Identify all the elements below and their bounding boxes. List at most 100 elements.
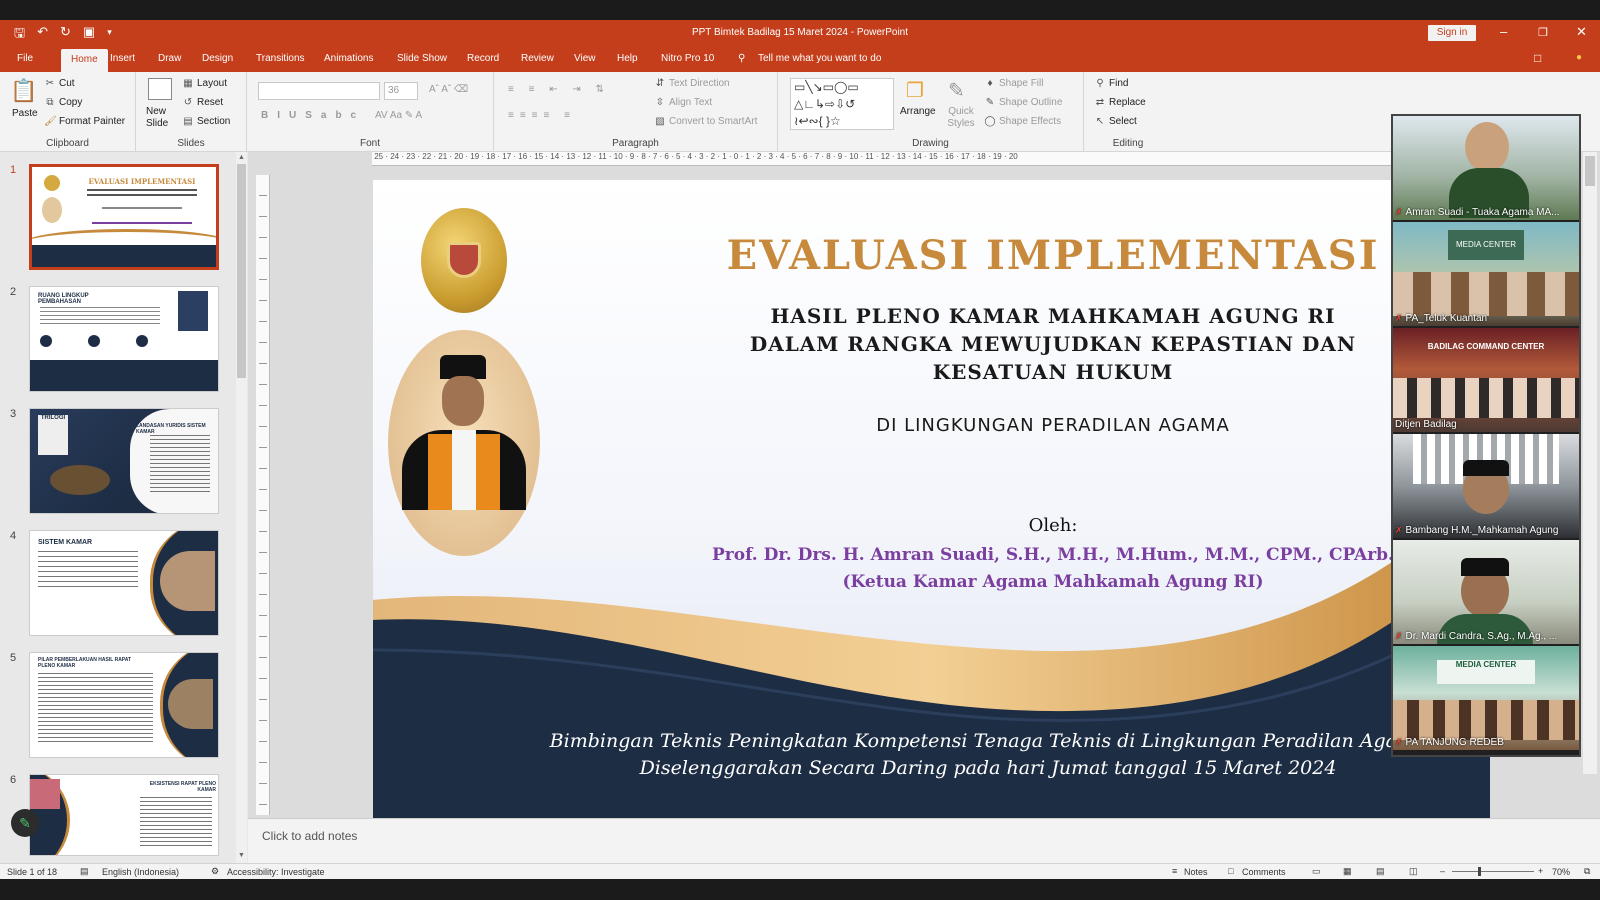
minimize-icon[interactable]: – — [1500, 24, 1507, 39]
zoom-slider[interactable] — [1452, 867, 1534, 876]
zoom-out-icon[interactable]: – — [1440, 866, 1445, 876]
mic-muted-icon: ✗ — [1395, 207, 1403, 217]
fit-to-window-icon[interactable]: ⧉ — [1584, 866, 1590, 877]
font-color-icon[interactable]: AV Aa ✎ A — [375, 110, 422, 121]
font-size-combo[interactable]: 36 — [384, 82, 418, 100]
thumbnail-scrollbar[interactable]: ▲ ▼ — [236, 152, 247, 863]
align-icons[interactable]: ≡≡≡≡ ≡ — [508, 110, 576, 121]
align-text-icon: ⇳ — [655, 97, 665, 108]
screen-top-bar — [0, 0, 1600, 20]
tab-view[interactable]: View — [574, 53, 596, 64]
screen-bottom-bar — [0, 879, 1600, 900]
speaker-portrait — [388, 330, 540, 556]
reset-icon: ↺ — [183, 97, 193, 108]
copy-button[interactable]: Copy — [59, 97, 82, 108]
paste-icon[interactable]: 📋 — [10, 78, 37, 104]
slide-thumbnail-1[interactable]: EVALUASI IMPLEMENTASI — [29, 164, 219, 270]
reading-view-icon[interactable]: ▤ — [1376, 866, 1385, 877]
slide-subtitle: HASIL PLENO KAMAR MAHKAMAH AGUNG RI DALA… — [673, 302, 1433, 386]
arrange-icon[interactable]: ❐ — [906, 78, 924, 103]
participant-tile-6[interactable]: MEDIA CENTER ✗ PA TANJUNG REDEB — [1393, 646, 1579, 750]
participant-tile-1[interactable]: ✗ Amran Suadi - Tuaka Agama MA... — [1393, 116, 1579, 220]
tab-file[interactable]: File — [17, 53, 33, 64]
tab-record[interactable]: Record — [467, 53, 499, 64]
align-text-button[interactable]: Align Text — [669, 97, 712, 108]
shapes-gallery[interactable]: ▭╲↘▭◯▭ △∟↳⇨⇩↺ ≀↩∾{ }☆ — [790, 78, 894, 130]
tab-transitions[interactable]: Transitions — [256, 53, 305, 64]
slide-canvas[interactable]: EVALUASI IMPLEMENTASI HASIL PLENO KAMAR … — [373, 180, 1490, 818]
horizontal-ruler: 25 · 24 · 23 · 22 · 21 · 20 · 19 · 18 · … — [372, 152, 1392, 166]
clipboard-label: Clipboard — [46, 138, 89, 149]
tab-draw[interactable]: Draw — [158, 53, 181, 64]
shape-effects-button[interactable]: Shape Effects — [999, 116, 1061, 127]
arrange-button[interactable]: Arrange — [900, 106, 936, 117]
participant-tile-3[interactable]: BADILAG COMMAND CENTER Ditjen Badilag — [1393, 328, 1579, 432]
smartart-icon: ▧ — [655, 116, 665, 127]
notification-dot-icon: ● — [1576, 52, 1583, 63]
notes-button[interactable]: Notes — [1184, 867, 1208, 877]
comment-icon[interactable]: □ — [1534, 51, 1541, 65]
format-painter-button[interactable]: Format Painter — [59, 116, 125, 127]
find-button[interactable]: Find — [1109, 78, 1128, 89]
pen-icon[interactable]: ✎ — [11, 809, 39, 837]
slide-thumbnail-2[interactable]: RUANG LINGKUP PEMBAHASAN — [29, 286, 219, 392]
list-icons[interactable]: ≡ ≡ ⇤ ⇥ ⇅ — [508, 84, 610, 95]
mahkamah-agung-seal — [421, 208, 507, 313]
zoom-level[interactable]: 70% — [1552, 867, 1570, 877]
tab-insert[interactable]: Insert — [110, 53, 135, 64]
slide-thumbnail-3[interactable]: TRILOGI LANDASAN YURIDIS SISTEM KAMAR — [29, 408, 219, 514]
font-name-combo[interactable] — [258, 82, 380, 100]
grow-font-icon[interactable]: Aˆ Aˇ ⌫ — [429, 84, 468, 95]
new-slide-button[interactable]: New Slide — [146, 106, 176, 130]
layout-button[interactable]: Layout — [197, 78, 227, 89]
zoom-in-icon[interactable]: + — [1538, 866, 1543, 876]
accessibility-button[interactable]: Accessibility: Investigate — [227, 867, 325, 877]
participant-tile-4[interactable]: ✗ Bambang H.M._Mahkamah Agung — [1393, 434, 1579, 538]
tab-help[interactable]: Help — [617, 53, 638, 64]
tab-design[interactable]: Design — [202, 53, 233, 64]
editor-scrollbar[interactable] — [1583, 152, 1597, 774]
tab-review[interactable]: Review — [521, 53, 554, 64]
quick-styles-icon[interactable]: ✎ — [948, 78, 965, 103]
participant-tile-5[interactable]: ✗ Dr. Mardi Candra, S.Ag., M.Ag., ... — [1393, 540, 1579, 644]
tell-me-input[interactable]: Tell me what you want to do — [758, 53, 881, 64]
status-bar: Slide 1 of 18 ▤ English (Indonesia) ⚙ Ac… — [0, 863, 1600, 879]
slide-thumbnail-4[interactable]: SISTEM KAMAR — [29, 530, 219, 636]
paste-button[interactable]: Paste — [12, 108, 38, 119]
zoom-slider-thumb[interactable] — [1478, 867, 1481, 876]
participant-tile-2[interactable]: MEDIA CENTER ✗ PA_Teluk Kuantan — [1393, 222, 1579, 326]
tab-slide-show[interactable]: Slide Show — [397, 53, 447, 64]
section-button[interactable]: Section — [197, 116, 230, 127]
font-style-buttons[interactable]: BIUSabc — [261, 110, 365, 121]
shape-fill-button[interactable]: Shape Fill — [999, 78, 1043, 89]
restore-icon[interactable]: ❐ — [1538, 26, 1548, 39]
cut-button[interactable]: Cut — [59, 78, 75, 89]
notes-pane[interactable]: Click to add notes — [248, 818, 1600, 863]
shape-outline-button[interactable]: Shape Outline — [999, 97, 1062, 108]
slide-sorter-icon[interactable]: ▦ — [1343, 866, 1352, 877]
slide-thumbnail-5[interactable]: PILAR PEMBERLAKUAN HASIL RAPAT PLENO KAM… — [29, 652, 219, 758]
tab-home[interactable]: Home — [61, 49, 108, 72]
tab-animations[interactable]: Animations — [324, 53, 373, 64]
quick-styles-button[interactable]: Quick Styles — [946, 106, 976, 130]
reset-button[interactable]: Reset — [197, 97, 223, 108]
select-button[interactable]: Select — [1109, 116, 1137, 127]
font-group: 36 Aˆ Aˇ ⌫ BIUSabc AV Aa ✎ A Font — [247, 72, 494, 152]
language-label[interactable]: English (Indonesia) — [102, 867, 179, 877]
sign-in-button[interactable]: Sign in — [1428, 25, 1476, 41]
comments-icon: □ — [1228, 866, 1234, 876]
close-icon[interactable]: ✕ — [1576, 24, 1587, 40]
slide-thumbnail-6[interactable]: EKSISTENSI RAPAT PLENO KAMAR — [29, 774, 219, 856]
tab-nitro[interactable]: Nitro Pro 10 — [661, 53, 714, 64]
spellcheck-icon[interactable]: ▤ — [80, 866, 89, 877]
slide-footer: Bimbingan Teknis Peningkatan Kompetensi … — [503, 728, 1473, 782]
text-direction-button[interactable]: Text Direction — [669, 78, 730, 89]
convert-smartart-button[interactable]: Convert to SmartArt — [669, 116, 757, 127]
comments-button[interactable]: Comments — [1242, 867, 1286, 877]
new-slide-icon[interactable] — [148, 78, 172, 100]
replace-button[interactable]: Replace — [1109, 97, 1146, 108]
mic-muted-icon: ✗ — [1395, 313, 1403, 323]
slideshow-view-icon[interactable]: ◫ — [1409, 866, 1418, 877]
mic-muted-icon: ✗ — [1395, 737, 1403, 747]
normal-view-icon[interactable]: ▭ — [1312, 866, 1321, 877]
